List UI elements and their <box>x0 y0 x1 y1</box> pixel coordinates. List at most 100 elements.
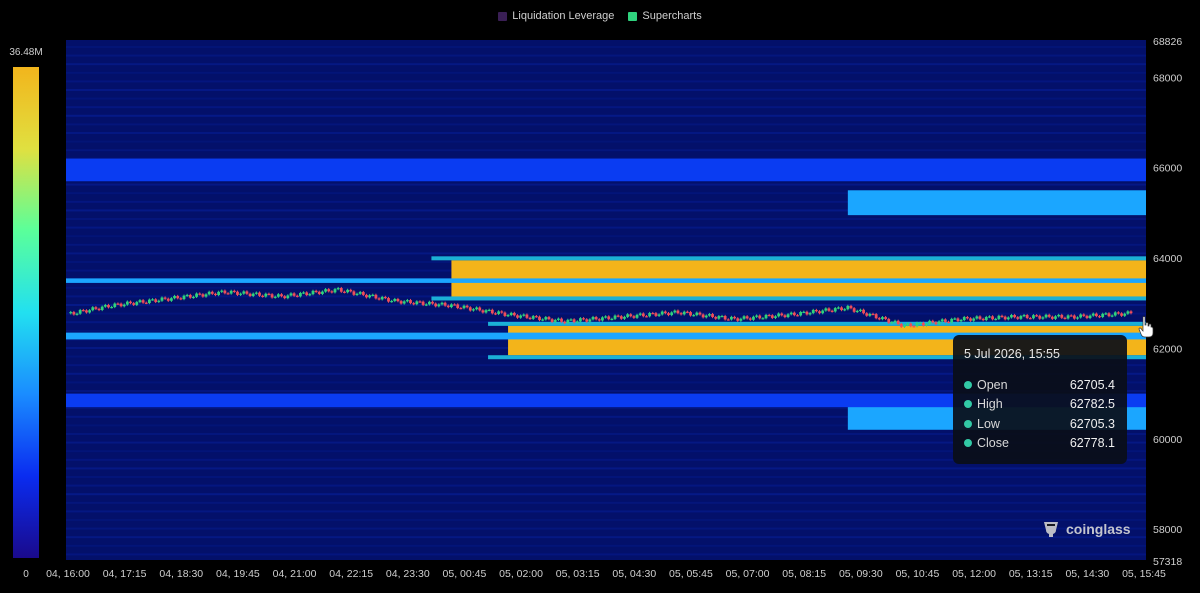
candle-body <box>94 307 98 309</box>
candle-body <box>226 293 230 295</box>
candle-body <box>283 296 287 299</box>
candle-body <box>1082 314 1086 316</box>
candle-body <box>739 318 743 321</box>
tooltip-label-close: Close <box>977 436 1009 451</box>
candle-body <box>321 291 324 294</box>
candle-body <box>119 303 123 307</box>
candle-body <box>635 314 639 318</box>
candle-body <box>525 314 529 318</box>
y-tick-label: 60000 <box>1153 434 1182 446</box>
candle-body <box>937 321 941 325</box>
candle-body <box>582 318 585 320</box>
x-tick-label: 05, 04:30 <box>612 568 656 580</box>
candle-body <box>645 316 648 318</box>
candle-body <box>170 298 173 301</box>
candle-body <box>553 319 557 322</box>
candle-body <box>185 294 189 297</box>
candle-body <box>418 301 422 303</box>
candle-body <box>566 319 570 324</box>
candle-body <box>110 306 114 309</box>
x-tick-label: 04, 16:00 <box>46 568 90 580</box>
candle-body <box>884 317 887 319</box>
candle-body <box>465 305 469 308</box>
candle-body <box>1000 315 1004 317</box>
candle-body <box>151 299 154 301</box>
candle-body <box>1094 313 1098 317</box>
candle-body <box>1120 313 1123 316</box>
heatmap-texture-line <box>66 519 1146 521</box>
candle-body <box>85 310 88 313</box>
candle-body <box>541 319 545 321</box>
candle-body <box>402 301 406 304</box>
candle-body <box>176 295 180 299</box>
candle-body <box>572 319 576 323</box>
candle-body <box>129 301 132 304</box>
candle-body <box>97 308 101 311</box>
candle-body <box>484 310 488 313</box>
legend-item-liquidation-leverage[interactable]: Liquidation Leverage <box>498 10 614 22</box>
candle-body <box>846 305 850 310</box>
candle-body <box>588 319 592 322</box>
x-tick-label: 05, 08:15 <box>782 568 826 580</box>
candle-body <box>1063 317 1067 319</box>
candle-body <box>1113 312 1117 316</box>
x-tick-label: 04, 18:30 <box>159 568 203 580</box>
candle-body <box>585 319 589 322</box>
candle-body <box>264 293 268 297</box>
heatmap-texture-line <box>66 510 1146 513</box>
chart-legend: Liquidation Leverage Supercharts <box>0 10 1200 22</box>
candle-body <box>764 314 768 319</box>
candle-body <box>629 314 633 317</box>
candle-body <box>399 301 403 304</box>
candle-body <box>874 314 878 319</box>
candle-body <box>1076 317 1079 319</box>
candle-body <box>814 309 818 312</box>
heatmap-texture-line <box>66 553 1146 556</box>
candle-body <box>770 315 774 318</box>
candle-body <box>698 312 702 315</box>
x-tick-label: 05, 13:15 <box>1009 568 1053 580</box>
candle-body <box>736 318 740 321</box>
heatmap-texture-line <box>66 312 1146 315</box>
legend-label-supercharts: Supercharts <box>642 10 702 22</box>
tooltip-value-open: 62705.4 <box>1069 377 1115 392</box>
candle-body <box>915 322 919 327</box>
candle-body <box>512 312 516 316</box>
candle-body <box>881 317 884 320</box>
candle-body <box>579 318 582 322</box>
candle-body <box>248 293 252 296</box>
candle-body <box>506 315 510 317</box>
candle-body <box>192 296 195 299</box>
heatmap-plot-area[interactable] <box>66 40 1147 560</box>
legend-label-liquidation-leverage: Liquidation Leverage <box>512 10 615 22</box>
candle-body <box>450 304 453 308</box>
candle-body <box>865 313 869 316</box>
liquidation-band-low <box>66 158 1146 182</box>
candle-body <box>327 289 331 292</box>
candle-body <box>453 304 456 306</box>
candle-body <box>78 310 82 314</box>
candle-body <box>371 294 375 297</box>
y-tick-label: 62000 <box>1153 343 1182 355</box>
candle-body <box>1079 314 1083 318</box>
candle-body <box>956 318 960 322</box>
candle-body <box>657 314 661 316</box>
candle-body <box>777 313 781 317</box>
candle-body <box>912 326 916 328</box>
candle-body <box>862 309 865 314</box>
candle-body <box>748 318 752 320</box>
candle-body <box>556 318 560 320</box>
liquidation-heatmap-chart[interactable]: 68826 68000 66000 64000 62000 60000 58000 57318… <box>0 0 1200 593</box>
legend-item-supercharts[interactable]: Supercharts <box>628 10 702 22</box>
candle-body <box>125 301 129 305</box>
tooltip-dot <box>964 439 972 448</box>
candle-body <box>978 316 982 319</box>
candle-body <box>299 292 302 297</box>
candle-body <box>509 312 513 316</box>
candle-body <box>1019 316 1023 319</box>
candle-body <box>1129 311 1133 314</box>
candle-body <box>424 304 428 306</box>
brand-name: coinglass <box>1066 521 1131 537</box>
candle-body <box>254 292 258 294</box>
x-tick-label: 05, 02:00 <box>499 568 543 580</box>
